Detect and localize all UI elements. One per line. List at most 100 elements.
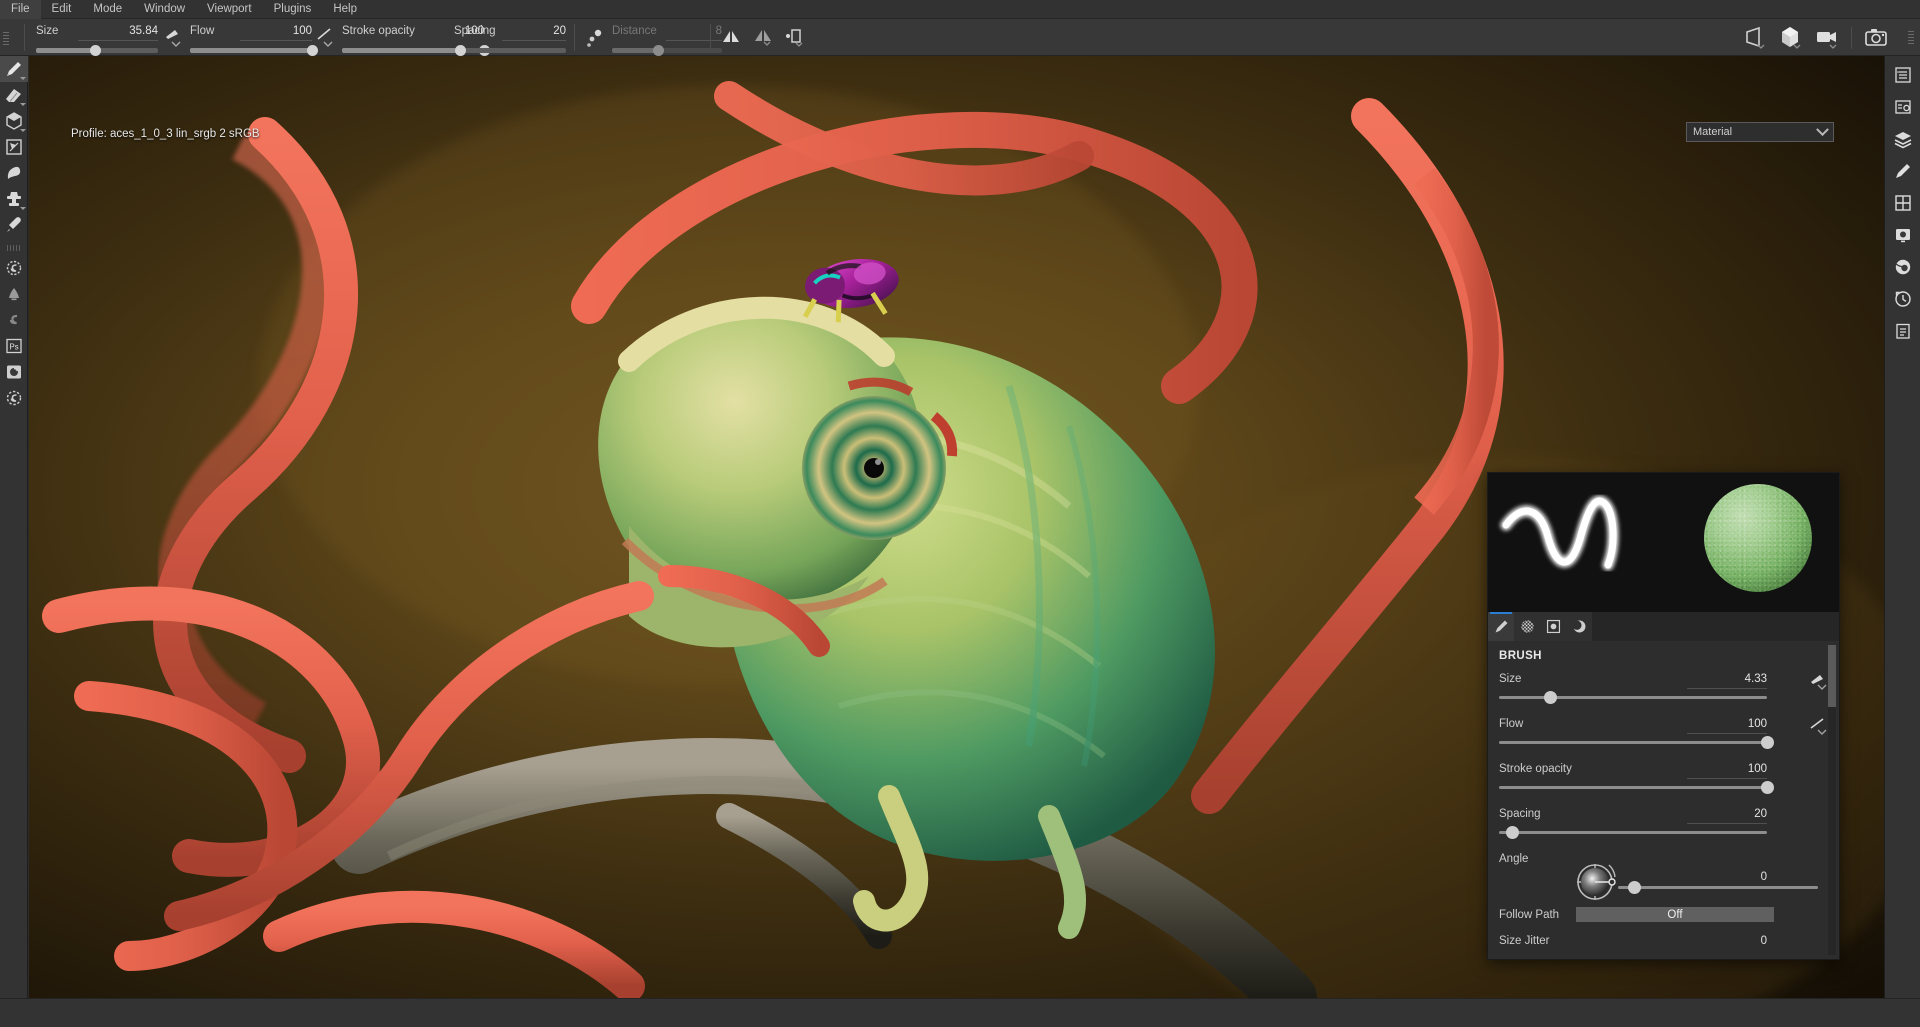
toolbar-spacing-slider[interactable] bbox=[454, 48, 566, 53]
render-tool[interactable] bbox=[0, 359, 28, 385]
toolbar-size-knob[interactable] bbox=[90, 45, 101, 56]
mirror-icon[interactable] bbox=[718, 25, 744, 51]
status-bar bbox=[0, 998, 1920, 1027]
spacing-slider[interactable] bbox=[1499, 831, 1767, 834]
menu-window[interactable]: Window bbox=[133, 0, 196, 19]
tab-alpha[interactable] bbox=[1514, 612, 1540, 641]
brush-preview[interactable] bbox=[1488, 473, 1839, 612]
tool-rail: Ps bbox=[0, 56, 28, 1027]
angle-dial[interactable] bbox=[1574, 859, 1620, 905]
toolbar-view-buttons bbox=[1737, 23, 1920, 53]
light-tool[interactable] bbox=[0, 281, 28, 307]
flow-label: Flow bbox=[1499, 718, 1523, 730]
tool-rail-grip[interactable] bbox=[7, 245, 21, 251]
flow-slider[interactable] bbox=[1499, 741, 1767, 744]
spacing-knob[interactable] bbox=[1506, 826, 1519, 839]
brush-properties-icon[interactable] bbox=[1889, 158, 1917, 184]
tool-caret bbox=[20, 207, 26, 210]
log-icon[interactable] bbox=[1889, 318, 1917, 344]
history-icon[interactable] bbox=[1889, 286, 1917, 312]
shelf-list-icon[interactable] bbox=[1889, 62, 1917, 88]
angle-slider[interactable] bbox=[1618, 886, 1818, 889]
tool-caret bbox=[20, 77, 26, 80]
stroke-opacity-knob[interactable] bbox=[1761, 781, 1774, 794]
pressure-size-icon[interactable] bbox=[162, 25, 186, 51]
toolbar-distance-knob[interactable] bbox=[653, 45, 664, 56]
material-dropdown[interactable]: Material bbox=[1686, 122, 1834, 142]
video-record-icon[interactable] bbox=[1812, 24, 1842, 52]
tab-stencil[interactable] bbox=[1540, 612, 1566, 641]
toolbar-distance-fill bbox=[612, 48, 658, 53]
tab-falloff[interactable] bbox=[1566, 612, 1592, 641]
application-window: File Edit Mode Window Viewport Plugins H… bbox=[0, 0, 1920, 1027]
projection-tool[interactable] bbox=[0, 108, 28, 134]
menu-file[interactable]: File bbox=[0, 0, 41, 19]
snapshot-camera-icon[interactable] bbox=[1861, 24, 1891, 52]
scatter-icon[interactable] bbox=[582, 25, 608, 51]
color-profile-label: Profile: aces_1_0_3 lin_srgb 2 sRGB bbox=[71, 128, 260, 140]
mask-tool[interactable] bbox=[0, 134, 28, 160]
toolbar-drag-grip[interactable] bbox=[3, 32, 9, 46]
spacing-underline bbox=[1687, 823, 1767, 824]
paint-brush-tool[interactable] bbox=[0, 56, 28, 82]
stroke-opacity-underline bbox=[1687, 778, 1767, 779]
pressure-flow-icon[interactable] bbox=[314, 25, 338, 51]
settings-tool[interactable] bbox=[0, 385, 28, 411]
brush-properties-panel: BRUSH Size 4.33 Flow 100 bbox=[1487, 472, 1840, 960]
toolbar-distance-slider[interactable] bbox=[612, 48, 722, 53]
toolbar-size-param[interactable]: Size 35.84 bbox=[36, 22, 158, 54]
flow-underline bbox=[1687, 733, 1767, 734]
tiling-icon[interactable] bbox=[782, 25, 808, 51]
follow-path-toggle[interactable]: Off bbox=[1576, 907, 1774, 922]
size-jitter-label: Size Jitter bbox=[1499, 935, 1550, 947]
toolbar-distance-param[interactable]: Distance 8 bbox=[612, 22, 722, 54]
menu-help[interactable]: Help bbox=[322, 0, 368, 19]
brush-panel-body: BRUSH Size 4.33 Flow 100 bbox=[1488, 641, 1839, 959]
angle-knob[interactable] bbox=[1628, 881, 1641, 894]
texture-set-list-icon[interactable] bbox=[1889, 190, 1917, 216]
toolbar-size-fill bbox=[36, 48, 95, 53]
toolbar-divider bbox=[24, 24, 25, 51]
bake-tool[interactable] bbox=[0, 255, 28, 281]
stroke-opacity-slider[interactable] bbox=[1499, 786, 1767, 789]
size-underline bbox=[1687, 688, 1767, 689]
size-jitter-value: 0 bbox=[1761, 935, 1767, 947]
smudge-tool[interactable] bbox=[0, 160, 28, 186]
panel-rail bbox=[1884, 56, 1920, 1027]
size-slider[interactable] bbox=[1499, 696, 1767, 699]
menu-viewport[interactable]: Viewport bbox=[196, 0, 263, 19]
toolbar-divider-3 bbox=[710, 24, 711, 51]
toolbar-distance-underline bbox=[666, 40, 722, 41]
svg-text:Ps: Ps bbox=[9, 343, 18, 352]
toolbar-size-slider[interactable] bbox=[36, 48, 158, 53]
toolbar-right-grip[interactable] bbox=[1908, 31, 1914, 45]
eyedropper-tool[interactable] bbox=[0, 212, 28, 238]
substance-tool[interactable] bbox=[0, 307, 28, 333]
texture-set-settings-icon[interactable] bbox=[1889, 94, 1917, 120]
toolbar-spacing-value: 20 bbox=[553, 25, 566, 37]
menu-mode[interactable]: Mode bbox=[82, 0, 133, 19]
eraser-tool[interactable] bbox=[0, 82, 28, 108]
flow-knob[interactable] bbox=[1761, 736, 1774, 749]
display-settings-icon[interactable] bbox=[1889, 222, 1917, 248]
layers-icon[interactable] bbox=[1889, 126, 1917, 152]
photoshop-link-tool[interactable]: Ps bbox=[0, 333, 28, 359]
menu-plugins[interactable]: Plugins bbox=[263, 0, 323, 19]
toolbar-flow-param[interactable]: Flow 100 bbox=[190, 22, 312, 54]
brush-panel-scrollbar[interactable] bbox=[1828, 645, 1836, 955]
shader-settings-icon[interactable] bbox=[1889, 254, 1917, 280]
clone-stamp-tool[interactable] bbox=[0, 186, 28, 212]
toolbar-spacing-param[interactable]: Spacing 20 bbox=[454, 22, 566, 54]
tab-brush[interactable] bbox=[1488, 612, 1514, 641]
brush-stroke-preview bbox=[1488, 473, 1718, 612]
scrollbar-thumb[interactable] bbox=[1828, 645, 1836, 707]
toolbar-distance-label: Distance bbox=[612, 25, 657, 37]
menu-edit[interactable]: Edit bbox=[41, 0, 83, 19]
perspective-camera-icon[interactable] bbox=[1740, 24, 1770, 52]
toolbar-spacing-knob[interactable] bbox=[455, 45, 466, 56]
cube-view-icon[interactable] bbox=[1776, 24, 1806, 52]
toolbar-flow-slider[interactable] bbox=[190, 48, 312, 53]
crescent-falloff-icon bbox=[1571, 618, 1588, 635]
size-knob[interactable] bbox=[1544, 691, 1557, 704]
radial-symmetry-icon[interactable] bbox=[750, 25, 776, 51]
